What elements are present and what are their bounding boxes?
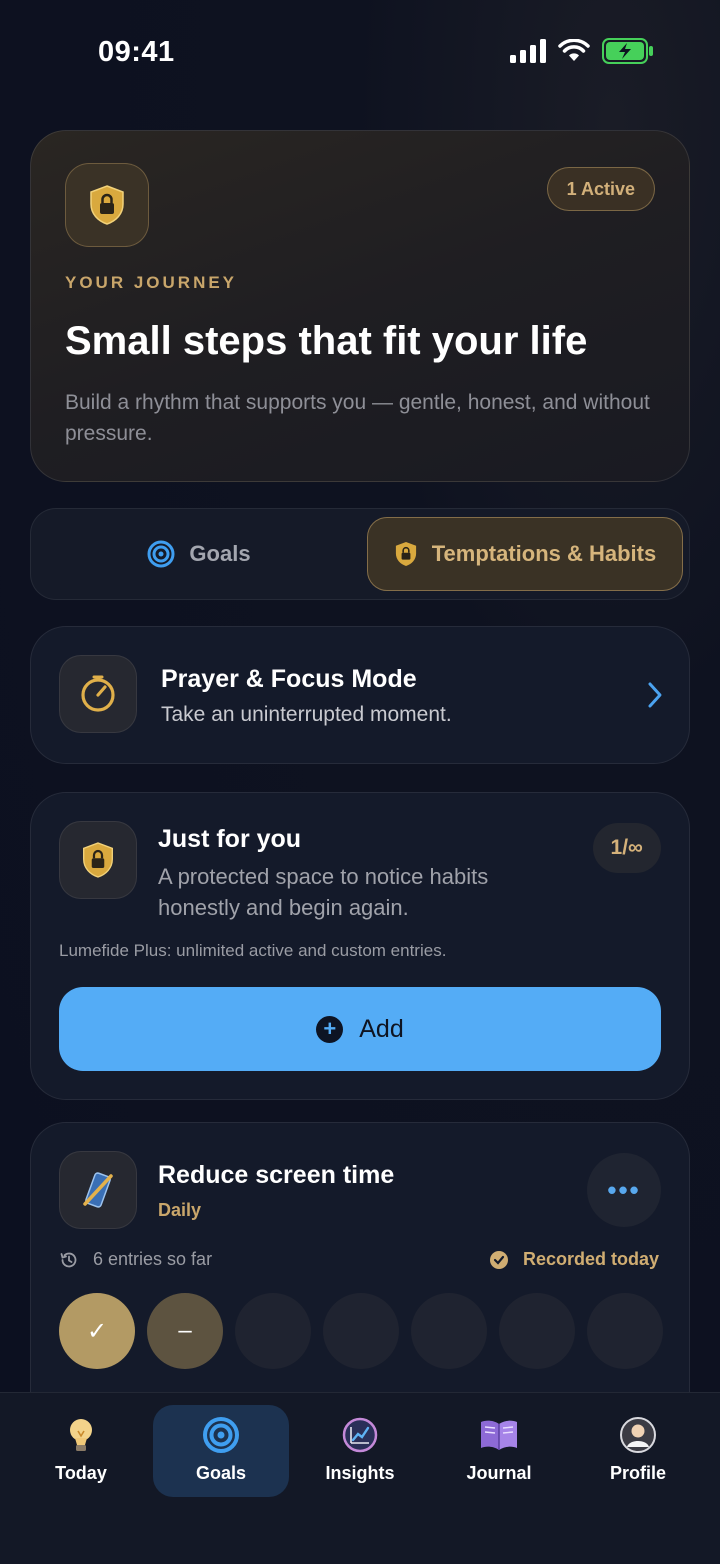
recorded-today-status: Recorded today — [489, 1249, 659, 1270]
target-icon — [147, 540, 175, 568]
section-segmented-control: Goals Temptations & Habits — [30, 508, 690, 600]
tab-today-label: Today — [55, 1463, 107, 1483]
shield-lock-icon — [65, 163, 149, 247]
hero-eyebrow: YOUR JOURNEY — [65, 273, 238, 292]
day-dot[interactable] — [499, 1293, 575, 1369]
just-for-you-subtitle: A protected space to notice habits hones… — [158, 864, 489, 920]
focus-mode-subtitle: Take an uninterrupted moment. — [161, 703, 452, 726]
just-for-you-card: Just for you A protected space to notice… — [30, 792, 690, 1100]
book-icon — [479, 1415, 519, 1455]
just-for-you-title: Just for you — [158, 825, 302, 853]
active-count-badge: 1 Active — [546, 167, 655, 211]
day-dot[interactable]: ✓ — [59, 1293, 135, 1369]
tab-today[interactable]: Today — [13, 1405, 149, 1497]
day-dot[interactable] — [323, 1293, 399, 1369]
lightbulb-icon — [66, 1415, 96, 1455]
hero-title: Small steps that fit your life — [65, 319, 588, 363]
add-button[interactable]: + Add — [59, 987, 661, 1071]
target-icon — [202, 1415, 240, 1455]
day-dot[interactable] — [411, 1293, 487, 1369]
prayer-focus-mode-card[interactable]: Prayer & Focus Mode Take an uninterrupte… — [30, 626, 690, 764]
segment-goals[interactable]: Goals — [31, 509, 367, 599]
hero-subtitle: Build a rhythm that supports you — gentl… — [65, 391, 650, 445]
chart-icon — [342, 1415, 378, 1455]
day-dot[interactable] — [587, 1293, 663, 1369]
bottom-tab-bar: Today Goals Insights Journal Profile — [0, 1392, 720, 1564]
plus-upsell-note: Lumefide Plus: unlimited active and cust… — [59, 941, 447, 960]
check-circle-icon — [489, 1250, 508, 1269]
tab-journal[interactable]: Journal — [431, 1405, 567, 1497]
timer-icon — [59, 655, 137, 733]
shield-lock-icon — [59, 821, 137, 899]
segment-temptations-label: Temptations & Habits — [431, 541, 657, 566]
journey-hero-card: 1 Active YOUR JOURNEY Small steps that f… — [30, 130, 690, 482]
entry-limit-badge: 1/∞ — [592, 823, 661, 873]
focus-mode-title: Prayer & Focus Mode — [161, 665, 417, 693]
segment-goals-label: Goals — [189, 541, 251, 566]
profile-icon — [619, 1415, 657, 1455]
status-icons — [510, 38, 654, 64]
status-time: 09:41 — [98, 36, 175, 68]
day-dot[interactable] — [235, 1293, 311, 1369]
tab-goals-label: Goals — [195, 1463, 247, 1483]
no-phone-icon — [59, 1151, 137, 1229]
recorded-today-label: Recorded today — [522, 1249, 659, 1269]
tab-journal-label: Journal — [466, 1463, 532, 1483]
plus-circle-icon: + — [316, 1015, 344, 1043]
habit-title: Reduce screen time — [158, 1161, 395, 1189]
habit-frequency: Daily — [158, 1200, 202, 1220]
wifi-icon — [558, 39, 590, 61]
signal-icon — [510, 39, 546, 63]
add-button-label: Add — [359, 1014, 404, 1043]
segment-temptations-habits[interactable]: Temptations & Habits — [367, 517, 683, 591]
day-dot[interactable]: – — [147, 1293, 223, 1369]
day-tracker: ✓ – — [59, 1293, 663, 1369]
history-icon — [60, 1252, 77, 1267]
more-options-button[interactable]: ••• — [587, 1153, 661, 1227]
entries-count-label: 6 entries so far — [93, 1249, 213, 1269]
ellipsis-icon: ••• — [607, 1174, 641, 1205]
status-bar: 09:41 — [0, 0, 720, 100]
tab-profile-label: Profile — [609, 1463, 666, 1483]
shield-lock-icon — [395, 542, 416, 566]
tab-goals[interactable]: Goals — [153, 1405, 289, 1497]
chevron-right-icon — [648, 682, 662, 708]
entries-count: 6 entries so far — [59, 1249, 212, 1270]
tab-insights-label: Insights — [325, 1463, 395, 1483]
tab-profile[interactable]: Profile — [570, 1405, 706, 1497]
tab-insights[interactable]: Insights — [292, 1405, 428, 1497]
battery-charging-icon — [602, 38, 653, 64]
